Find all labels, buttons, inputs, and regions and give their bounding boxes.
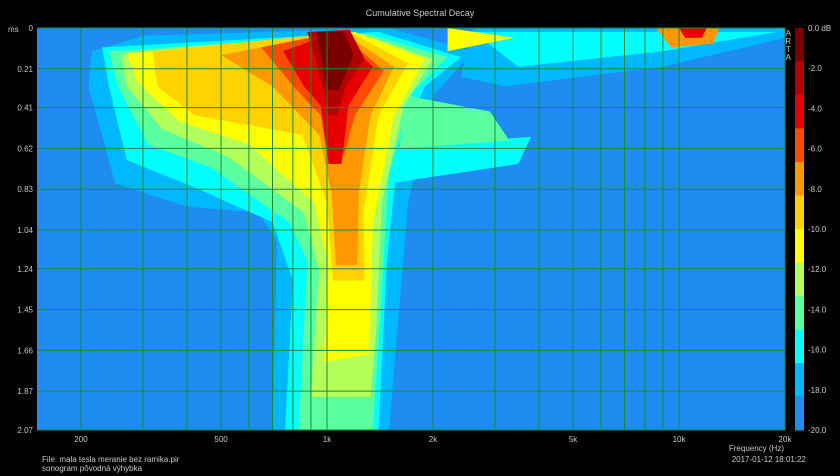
colorbar-swatch: [795, 28, 804, 62]
colorbar-labels: 0.0 dB -2.0 -4.0 -6.0 -8.0 -10.0 -12.0 -14.0 -16…: [808, 24, 831, 435]
colorbar: [795, 28, 804, 431]
colorbar-swatch: [795, 162, 804, 196]
y-tick-label: 1.04: [17, 226, 33, 235]
y-tick-label: 1.66: [17, 346, 33, 355]
footer-file: File: mala tesla meranie bez ramika.pir: [42, 455, 180, 464]
y-tick-label: 0.41: [17, 104, 33, 113]
y-tick-label: 2.07: [17, 426, 33, 435]
x-tick-label: 20k: [779, 435, 793, 444]
y-unit-label: ms: [8, 25, 19, 34]
arta-brand: ARTA: [785, 29, 791, 62]
y-tick-label: 0.83: [17, 185, 33, 194]
colorbar-label: 0.0 dB: [808, 24, 831, 33]
y-tick-label: 1.87: [17, 387, 33, 396]
spectral-decay-chart: Cumulative Spectral Decay ms 0 0.21 0.41 0.…: [8, 8, 831, 473]
x-tick-label: 200: [74, 435, 88, 444]
colorbar-swatch: [795, 195, 804, 230]
y-tick-label: 1.45: [17, 306, 33, 315]
colorbar-swatch: [795, 128, 804, 163]
x-tick-label: 1k: [323, 435, 332, 444]
colorbar-label: -20.0: [808, 426, 827, 435]
x-axis-ticks: 200 500 1k 2k 5k 10k 20k: [74, 435, 792, 444]
colorbar-swatch: [795, 296, 804, 330]
colorbar-label: -18.0: [808, 386, 827, 395]
x-tick-label: 10k: [673, 435, 687, 444]
colorbar-label: -4.0: [808, 104, 822, 113]
y-tick-label: 0: [29, 24, 34, 33]
colorbar-label: -16.0: [808, 346, 827, 355]
colorbar-label: -6.0: [808, 145, 822, 154]
colorbar-label: -8.0: [808, 185, 822, 194]
colorbar-swatch: [795, 95, 804, 129]
colorbar-label: -14.0: [808, 305, 827, 314]
footer-timestamp: 2017-01-12 18:01:22: [732, 455, 807, 464]
colorbar-swatch: [795, 396, 804, 431]
colorbar-label: -10.0: [808, 225, 827, 234]
colorbar-swatch: [795, 329, 804, 364]
x-tick-label: 5k: [569, 435, 578, 444]
chart-title: Cumulative Spectral Decay: [366, 8, 475, 18]
y-axis-ticks: 0 0.21 0.41 0.62 0.83 1.04 1.24 1.45 1.66 1.87 2.0…: [17, 24, 33, 435]
x-tick-label: 2k: [429, 435, 438, 444]
colorbar-swatch: [795, 229, 804, 263]
colorbar-swatch: [795, 262, 804, 297]
colorbar-swatch: [795, 61, 804, 96]
colorbar-swatch: [795, 363, 804, 397]
plot-area: [37, 27, 786, 431]
y-tick-label: 0.21: [17, 65, 33, 74]
x-tick-label: 500: [214, 435, 228, 444]
y-tick-label: 0.62: [17, 144, 33, 153]
x-axis-label: Frequency (Hz): [729, 444, 784, 453]
brand-letter: A: [786, 53, 792, 62]
colorbar-label: -2.0: [808, 64, 822, 73]
colorbar-label: -12.0: [808, 265, 827, 274]
y-tick-label: 1.24: [17, 265, 33, 274]
footer-note: sonogram pôvodná výhybka: [42, 464, 143, 473]
